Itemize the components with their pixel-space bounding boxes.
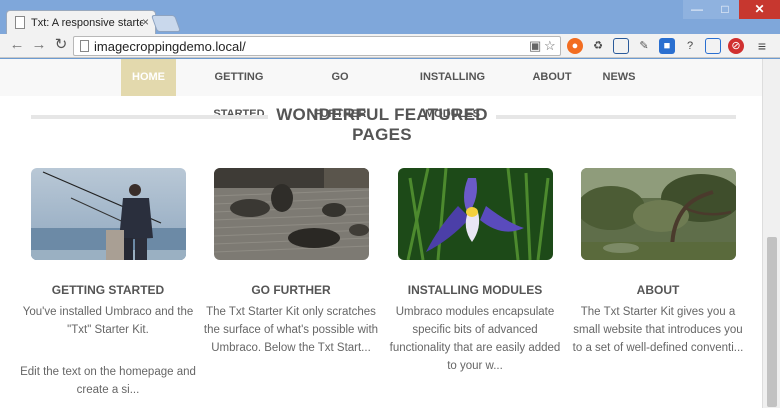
card-title-about[interactable]: ABOUT bbox=[568, 283, 748, 297]
extension-o-icon[interactable]: ● bbox=[567, 38, 583, 54]
page-viewport: HOME GETTING STARTED GO FURTHER INSTALLI… bbox=[0, 59, 762, 408]
nav-item-getting-started[interactable]: GETTING STARTED bbox=[194, 59, 284, 120]
japanese-garden-photo[interactable] bbox=[581, 168, 736, 260]
minimize-button[interactable]: — bbox=[683, 0, 711, 19]
card-title-getting-started[interactable]: GETTING STARTED bbox=[18, 283, 198, 297]
tab-title: Txt: A responsive starter kit bbox=[31, 17, 143, 29]
heading-divider-left bbox=[31, 115, 268, 119]
card-text-go-further: The Txt Starter Kit only scratches the s… bbox=[201, 303, 381, 381]
iris-flower-photo[interactable] bbox=[398, 168, 553, 260]
card-title-go-further[interactable]: GO FURTHER bbox=[201, 283, 381, 297]
fisherman-photo[interactable] bbox=[31, 168, 186, 260]
card-text-installing-modules: Umbraco modules encapsulate specific bit… bbox=[385, 303, 565, 399]
nav-item-installing-modules[interactable]: INSTALLING MODULES bbox=[395, 59, 510, 120]
page-favicon-icon bbox=[15, 16, 25, 29]
nav-item-home[interactable]: HOME bbox=[121, 59, 176, 96]
browser-toolbar: ← → ↻ imagecroppingdemo.local/ ▣ ☆ ● ♻ ✎… bbox=[0, 34, 780, 58]
screen-capture-icon[interactable] bbox=[613, 38, 629, 54]
page-action-icon[interactable]: ▣ bbox=[529, 38, 541, 54]
card-text-getting-started: You've installed Umbraco and the "Txt" S… bbox=[18, 303, 198, 408]
card-paragraph: The Txt Starter Kit only scratches the s… bbox=[203, 306, 379, 354]
window-titlebar: Txt: A responsive starter kit × — □ ✕ bbox=[0, 0, 780, 34]
card-paragraph: You've installed Umbraco and the "Txt" S… bbox=[22, 306, 194, 336]
scrollbar-thumb[interactable] bbox=[767, 237, 777, 407]
nav-item-go-further[interactable]: GO FURTHER bbox=[305, 59, 375, 120]
browser-tab[interactable]: Txt: A responsive starter kit × bbox=[6, 10, 156, 34]
maximize-button[interactable]: □ bbox=[711, 0, 739, 19]
card-text-about: The Txt Starter Kit gives you a small we… bbox=[568, 303, 748, 381]
heading-divider-right bbox=[496, 115, 736, 119]
reload-icon[interactable]: ↻ bbox=[52, 37, 70, 55]
new-tab-button[interactable] bbox=[150, 15, 182, 32]
calendar-extension-icon[interactable] bbox=[705, 38, 721, 54]
card-paragraph: Umbraco modules encapsulate specific bit… bbox=[389, 306, 561, 372]
card-paragraph: Edit the text on the homepage and create… bbox=[20, 366, 196, 396]
address-bar[interactable]: imagecroppingdemo.local/ ▣ ☆ bbox=[73, 36, 561, 56]
extension-blue-icon[interactable]: ■ bbox=[659, 38, 675, 54]
recycle-extension-icon[interactable]: ♻ bbox=[590, 38, 606, 54]
featured-pages-heading: WONDERFUL FEATURED PAGES bbox=[276, 105, 488, 144]
forward-arrow-icon[interactable]: → bbox=[30, 37, 48, 55]
stop-extension-icon[interactable]: ⊘ bbox=[728, 38, 744, 54]
menu-hamburger-icon[interactable]: ≡ bbox=[754, 38, 770, 54]
zen-garden-photo[interactable] bbox=[214, 168, 369, 260]
back-arrow-icon[interactable]: ← bbox=[8, 37, 26, 55]
card-paragraph: The Txt Starter Kit gives you a small we… bbox=[572, 306, 744, 354]
edit-extension-icon[interactable]: ✎ bbox=[636, 38, 652, 54]
close-window-button[interactable]: ✕ bbox=[739, 0, 780, 19]
help-extension-icon[interactable]: ? bbox=[682, 38, 698, 54]
nav-item-about[interactable]: ABOUT bbox=[527, 59, 577, 96]
url-text[interactable]: imagecroppingdemo.local/ bbox=[94, 39, 246, 54]
tab-close-icon[interactable]: × bbox=[142, 15, 149, 29]
site-navigation: HOME GETTING STARTED GO FURTHER INSTALLI… bbox=[0, 59, 762, 120]
card-title-installing-modules[interactable]: INSTALLING MODULES bbox=[385, 283, 565, 297]
bookmark-star-icon[interactable]: ☆ bbox=[544, 38, 556, 54]
page-icon bbox=[80, 40, 89, 52]
nav-item-news[interactable]: NEWS bbox=[597, 59, 641, 96]
page-scrollbar[interactable] bbox=[762, 59, 780, 408]
